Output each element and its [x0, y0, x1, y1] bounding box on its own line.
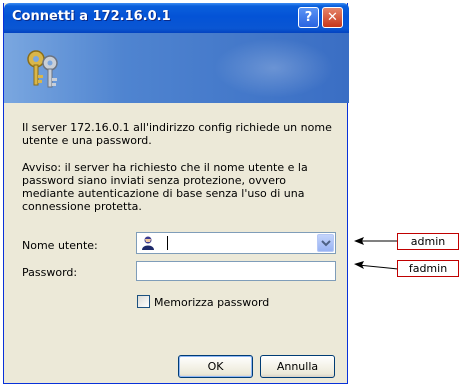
keys-icon [27, 50, 58, 88]
password-label: Password: [22, 266, 78, 279]
annotation-username: admin [397, 233, 459, 250]
username-dropdown-button[interactable] [317, 234, 334, 252]
chevron-down-icon [321, 240, 331, 247]
username-label: Nome utente: [22, 239, 98, 252]
password-field[interactable] [136, 261, 336, 281]
close-button[interactable]: ✕ [322, 7, 343, 28]
remember-password-checkbox[interactable] [137, 295, 150, 308]
remember-password-label[interactable]: Memorizza password [154, 296, 269, 309]
text-caret [167, 236, 168, 250]
banner-glow [214, 38, 334, 98]
cancel-button[interactable]: Annulla [260, 355, 335, 378]
login-dialog: Connetti a 172.16.0.1 ? ✕ Il server 172.… [3, 3, 349, 384]
dialog-banner [4, 33, 349, 103]
ok-button[interactable]: OK [178, 355, 253, 378]
dialog-message: Il server 172.16.0.1 all'indirizzo confi… [22, 121, 332, 147]
username-combobox[interactable] [136, 232, 336, 254]
annotation-arrow-password [354, 261, 399, 270]
annotation-arrow-username [354, 237, 398, 245]
user-icon [140, 235, 156, 251]
dialog-warning: Avviso: il server ha richiesto che il no… [22, 161, 308, 213]
dialog-title: Connetti a 172.16.0.1 [12, 9, 171, 24]
title-bar[interactable]: Connetti a 172.16.0.1 ? ✕ [4, 3, 349, 33]
help-button[interactable]: ? [298, 7, 319, 28]
annotation-password: fadmin [397, 260, 459, 277]
